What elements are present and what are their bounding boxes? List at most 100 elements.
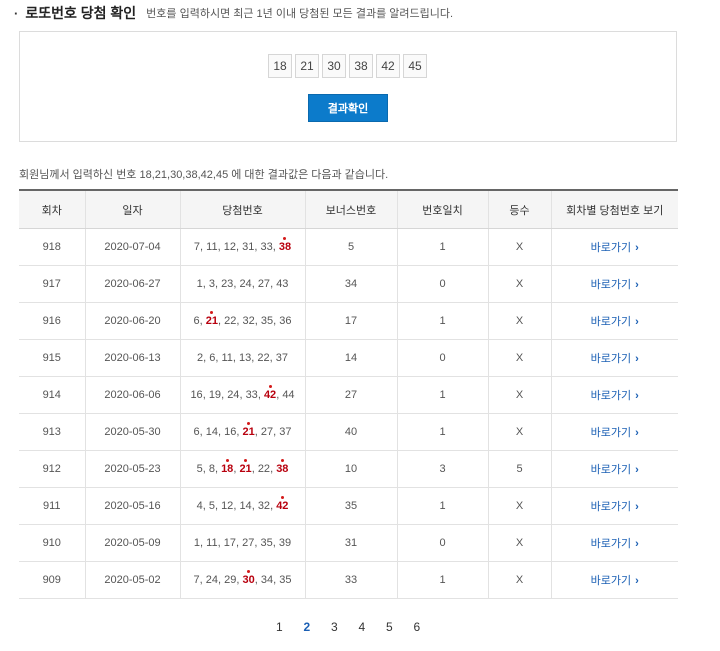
number-input-3[interactable] (322, 54, 346, 78)
link-cell: 바로가기 › (550, 524, 678, 562)
pagination: 123456 (276, 620, 441, 634)
number-input-panel: 결과확인 (19, 31, 677, 142)
winning-numbers-cell: 5, 8, 18, 21, 22, 38 (179, 450, 305, 488)
winning-number: 13 (239, 352, 252, 364)
chevron-right-icon: › (635, 353, 639, 365)
bonus-cell: 31 (304, 524, 397, 562)
matches-cell: 0 (396, 265, 488, 303)
page-link[interactable]: 4 (359, 620, 387, 634)
page-link[interactable]: 6 (414, 620, 442, 634)
chevron-right-icon: › (635, 390, 639, 402)
winning-number: 43 (276, 278, 289, 290)
rank-cell: X (487, 376, 551, 414)
goto-link-label: 바로가기 (590, 575, 632, 587)
winning-number: 33 (245, 389, 258, 401)
link-cell: 바로가기 › (550, 339, 678, 377)
round-cell: 910 (19, 524, 85, 562)
page-current[interactable]: 2 (304, 620, 332, 634)
matches-cell: 3 (396, 450, 488, 488)
number-input-4[interactable] (349, 54, 373, 78)
matched-number: 21 (239, 459, 252, 475)
matches-cell: 1 (396, 376, 488, 414)
date-cell: 2020-06-20 (84, 302, 180, 340)
goto-link-label: 바로가기 (590, 464, 632, 476)
rank-cell: X (487, 561, 551, 599)
page-link[interactable]: 3 (331, 620, 359, 634)
winning-number: 33 (260, 241, 273, 253)
page-link[interactable]: 1 (276, 620, 304, 634)
winning-number: 19 (208, 389, 222, 401)
link-cell: 바로가기 › (550, 302, 678, 340)
winning-number: 8 (208, 463, 215, 475)
number-input-1[interactable] (268, 54, 292, 78)
winning-number: 5 (208, 500, 215, 512)
goto-link-label: 바로가기 (590, 242, 632, 254)
rank-cell: X (487, 265, 551, 303)
column-header: 당첨번호 (179, 189, 305, 229)
date-cell: 2020-05-02 (84, 561, 180, 599)
winning-number: 35 (279, 574, 292, 586)
table-row: 913 2020-05-30 6, 14, 16, 21, 27, 37 40 1 X 바로… (19, 413, 678, 451)
number-input-6[interactable] (403, 54, 427, 78)
goto-link[interactable]: 바로가기 › (591, 279, 639, 291)
winning-number: 6 (193, 315, 200, 327)
goto-link[interactable]: 바로가기 › (591, 575, 639, 587)
winning-number: 36 (279, 315, 292, 327)
bonus-cell: 27 (304, 376, 397, 414)
matches-cell: 1 (396, 228, 488, 266)
goto-link[interactable]: 바로가기 › (591, 464, 639, 476)
goto-link[interactable]: 바로가기 › (591, 427, 639, 439)
matched-number: 38 (278, 237, 292, 253)
round-cell: 918 (19, 228, 85, 266)
winning-number: 14 (239, 500, 252, 512)
winning-number: 4 (196, 500, 203, 512)
goto-link[interactable]: 바로가기 › (591, 353, 639, 365)
goto-link[interactable]: 바로가기 › (591, 390, 639, 402)
rank-cell: X (487, 339, 551, 377)
number-input-2[interactable] (295, 54, 319, 78)
rank-cell: X (487, 524, 551, 562)
chevron-right-icon: › (635, 538, 639, 550)
winning-number: 6 (193, 426, 200, 438)
winning-number: 39 (278, 537, 292, 549)
winning-number: 37 (275, 352, 289, 364)
winning-number: 11 (206, 537, 218, 549)
winning-number: 11 (221, 352, 233, 364)
page-header: · 로또번호 당첨 확인 번호를 입력하시면 최근 1년 이내 당첨된 모든 결… (14, 2, 453, 24)
chevron-right-icon: › (635, 242, 639, 254)
page-link[interactable]: 5 (386, 620, 414, 634)
chevron-right-icon: › (635, 316, 639, 328)
winning-number: 35 (260, 537, 273, 549)
result-summary: 회원님께서 입력하신 번호 18,21,30,38,42,45 에 대한 결과값… (19, 169, 389, 181)
winning-number: 22 (257, 463, 271, 475)
round-cell: 915 (19, 339, 85, 377)
link-cell: 바로가기 › (550, 561, 678, 599)
chevron-right-icon: › (635, 279, 639, 291)
rank-cell: 5 (487, 450, 551, 488)
rank-cell: X (487, 487, 551, 525)
goto-link[interactable]: 바로가기 › (591, 316, 639, 328)
number-inputs (268, 54, 427, 78)
date-cell: 2020-07-04 (84, 228, 180, 266)
winning-number: 32 (242, 315, 255, 327)
round-cell: 917 (19, 265, 85, 303)
table-row: 914 2020-06-06 16, 19, 24, 33, 42, 44 27 1 X 바… (19, 376, 678, 414)
table-row: 915 2020-06-13 2, 6, 11, 13, 22, 37 14 0 X 바로가… (19, 339, 678, 377)
goto-link[interactable]: 바로가기 › (591, 538, 639, 550)
round-cell: 913 (19, 413, 85, 451)
number-input-5[interactable] (376, 54, 400, 78)
winning-number: 12 (221, 500, 234, 512)
column-header: 회차 (19, 189, 85, 229)
check-result-button[interactable]: 결과확인 (308, 94, 388, 122)
matches-cell: 1 (396, 302, 488, 340)
link-cell: 바로가기 › (550, 376, 678, 414)
page-title: 로또번호 당첨 확인 (25, 5, 137, 21)
winning-number: 6 (209, 352, 216, 364)
winning-number: 24 (227, 389, 240, 401)
winning-number: 3 (208, 278, 215, 290)
goto-link[interactable]: 바로가기 › (591, 242, 639, 254)
winning-number: 16 (224, 426, 237, 438)
goto-link[interactable]: 바로가기 › (591, 501, 639, 513)
winning-number: 5 (196, 463, 203, 475)
rank-cell: X (487, 228, 551, 266)
